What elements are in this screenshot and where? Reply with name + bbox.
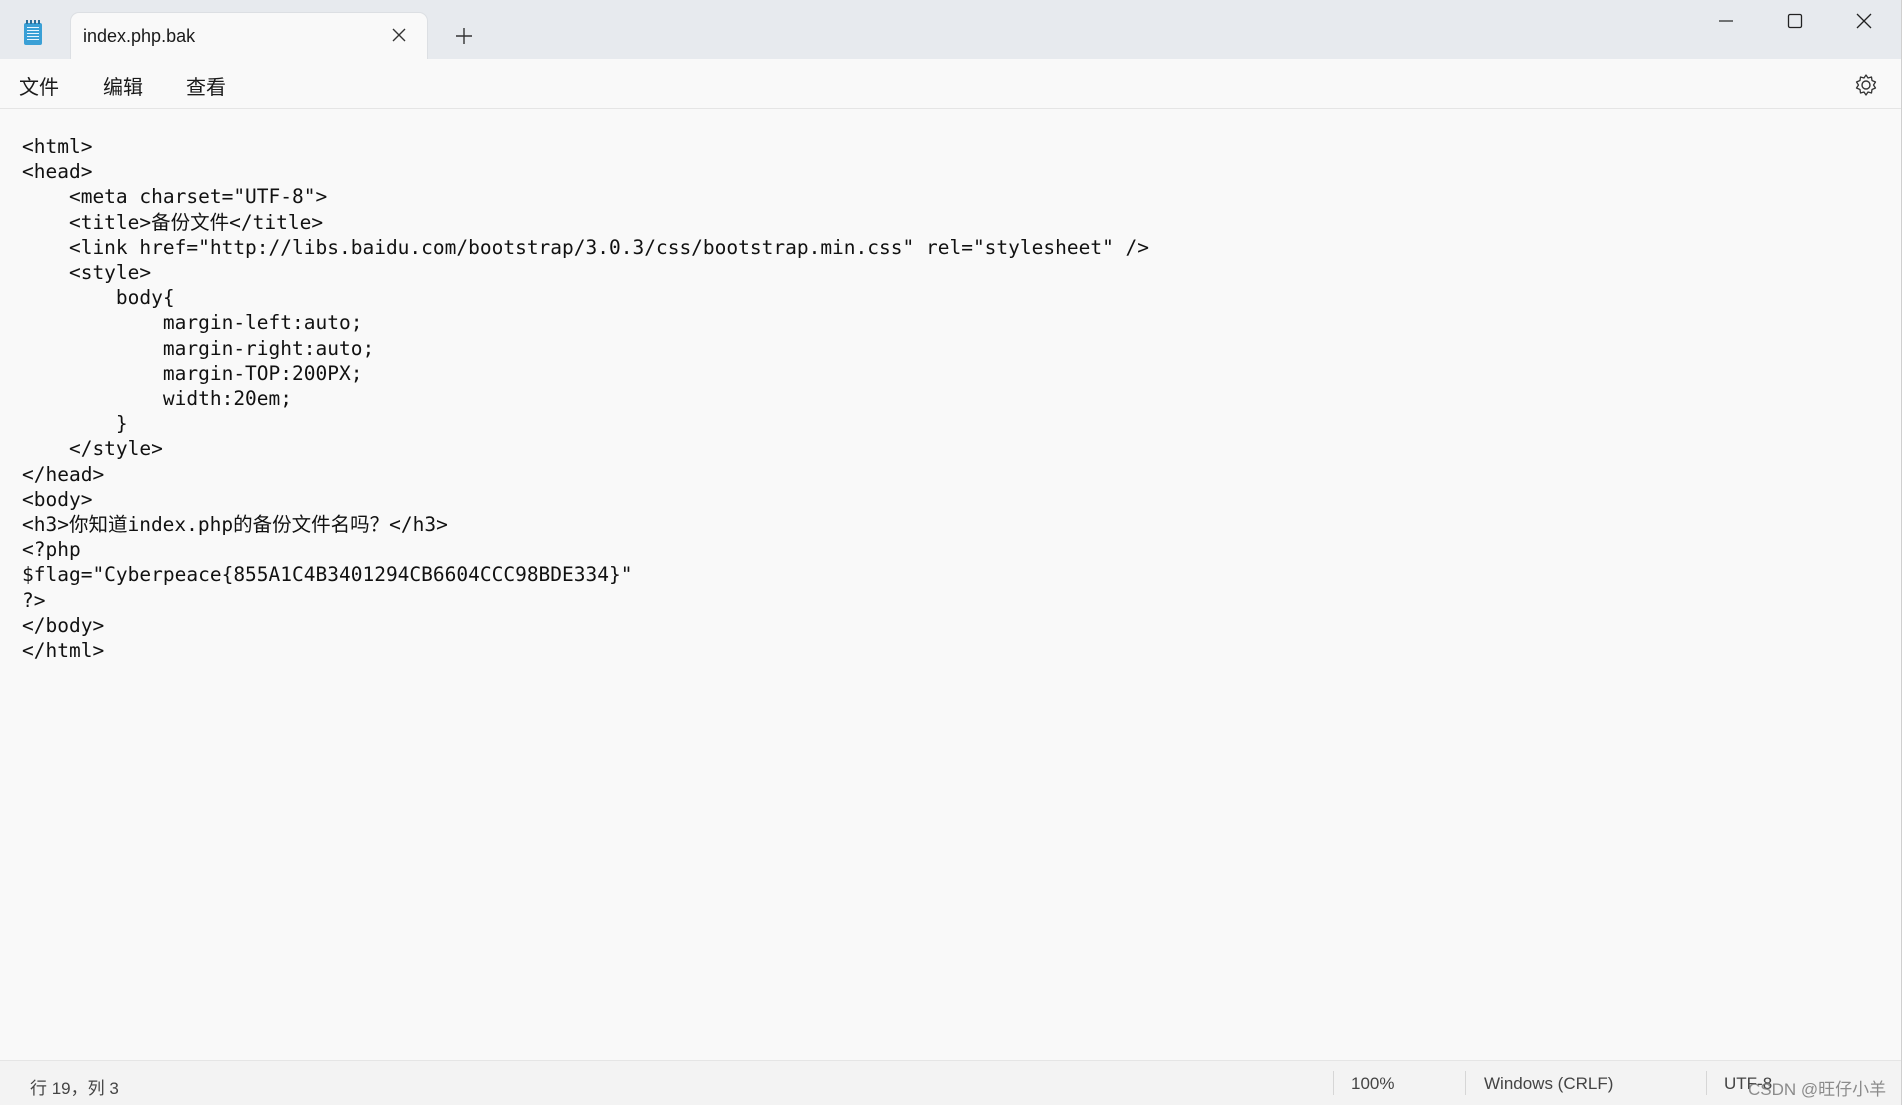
status-bar: 行 19，列 3 100% Windows (CRLF) UTF-8 CSDN … bbox=[0, 1060, 1901, 1105]
notepad-window: index.php.bak 文件 编辑 查看 <html> <head> <me… bbox=[0, 0, 1902, 1105]
status-divider bbox=[1333, 1071, 1334, 1095]
menu-bar: 文件 编辑 查看 bbox=[0, 59, 1901, 109]
line-ending[interactable]: Windows (CRLF) bbox=[1484, 1074, 1613, 1094]
gear-icon bbox=[1855, 74, 1877, 96]
close-icon bbox=[392, 28, 406, 42]
tab-title: index.php.bak bbox=[83, 26, 196, 46]
menu-file[interactable]: 文件 bbox=[19, 71, 59, 100]
status-divider bbox=[1465, 1071, 1466, 1095]
editor-content[interactable]: <html> <head> <meta charset="UTF-8"> <ti… bbox=[22, 134, 1149, 663]
status-divider bbox=[1706, 1071, 1707, 1095]
watermark: CSDN @旺仔小羊 bbox=[1748, 1080, 1887, 1099]
new-tab-button[interactable] bbox=[452, 24, 476, 48]
cursor-position: 行 19，列 3 bbox=[30, 1079, 119, 1098]
maximize-icon bbox=[1787, 13, 1803, 29]
text-editor[interactable]: <html> <head> <meta charset="UTF-8"> <ti… bbox=[0, 110, 1901, 1060]
menu-view[interactable]: 查看 bbox=[186, 71, 226, 100]
zoom-level[interactable]: 100% bbox=[1351, 1074, 1394, 1094]
close-icon bbox=[1856, 13, 1872, 29]
minimize-icon bbox=[1719, 20, 1733, 22]
notepad-icon bbox=[24, 20, 42, 45]
maximize-button[interactable] bbox=[1761, 0, 1829, 42]
menu-edit[interactable]: 编辑 bbox=[103, 71, 143, 100]
plus-icon bbox=[456, 28, 472, 44]
minimize-button[interactable] bbox=[1692, 0, 1760, 42]
settings-button[interactable] bbox=[1853, 72, 1879, 98]
close-window-button[interactable] bbox=[1830, 0, 1898, 42]
tab-close-button[interactable] bbox=[389, 25, 409, 45]
tab-index-php-bak[interactable]: index.php.bak bbox=[71, 13, 427, 59]
title-bar: index.php.bak bbox=[0, 0, 1901, 59]
